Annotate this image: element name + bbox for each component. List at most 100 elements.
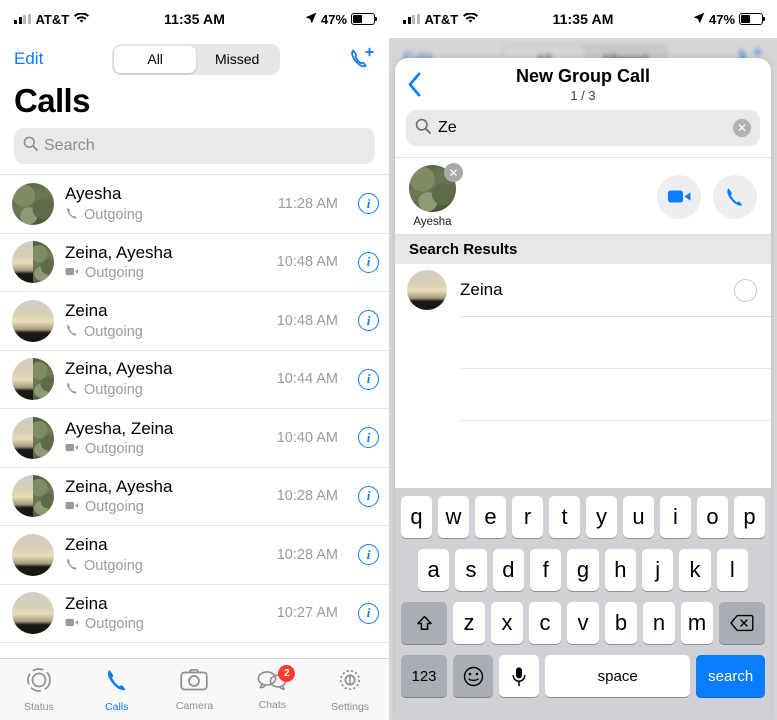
empty-result-rows	[395, 317, 771, 421]
shift-up-icon[interactable]	[401, 602, 447, 644]
key-n[interactable]: n	[643, 602, 675, 644]
on-screen-keyboard: qwertyuiop asdfghjkl zxcvbnm 123 space s…	[395, 488, 771, 720]
key-q[interactable]: q	[401, 496, 432, 538]
call-info-button[interactable]: i	[358, 193, 379, 215]
backspace-icon[interactable]	[719, 602, 765, 644]
key-d[interactable]: d	[492, 549, 524, 591]
tab-chats[interactable]: 2 Chats	[233, 664, 311, 711]
key-e[interactable]: e	[475, 496, 506, 538]
call-list-item[interactable]: Ayesha Outgoing 11:28 AM i	[0, 175, 389, 234]
call-list-item[interactable]: Zeina Outgoing 10:27 AM i	[0, 585, 389, 643]
tab-label: Chats	[258, 698, 286, 711]
key-y[interactable]: y	[586, 496, 617, 538]
call-direction: Outgoing	[65, 265, 266, 281]
status-bar: AT&T 11:35 AM 47%	[0, 0, 389, 38]
tab-status[interactable]: Status	[0, 667, 78, 713]
empty-row	[460, 369, 771, 421]
call-list-item[interactable]: Zeina, Ayesha Outgoing 10:44 AM i	[0, 351, 389, 409]
key-l[interactable]: l	[716, 549, 748, 591]
call-direction-label: Outgoing	[85, 499, 144, 516]
call-direction-label: Outgoing	[84, 206, 143, 223]
close-icon[interactable]: ✕	[444, 163, 463, 182]
key-v[interactable]: v	[567, 602, 599, 644]
battery-icon	[739, 13, 766, 25]
video-camera-icon[interactable]	[657, 174, 701, 219]
key-x[interactable]: x	[491, 602, 523, 644]
search-placeholder: Search	[44, 137, 95, 154]
signal-bars-icon	[14, 14, 31, 24]
phone-icon[interactable]	[713, 174, 757, 219]
selected-participants-row: ✕ Ayesha	[395, 157, 771, 235]
search-key[interactable]: search	[696, 655, 765, 697]
tab-missed[interactable]: Missed	[196, 46, 278, 73]
key-m[interactable]: m	[681, 602, 713, 644]
contact-name: Zeina	[460, 280, 503, 299]
clear-circle-icon[interactable]: ✕	[733, 119, 751, 137]
key-s[interactable]: s	[455, 549, 487, 591]
sheet-title-block: New Group Call 1 / 3	[395, 66, 771, 103]
video-camera-icon	[65, 265, 80, 281]
list-item[interactable]: Zeina	[395, 264, 771, 316]
status-bar-left: AT&T	[14, 12, 164, 27]
contact-search-input[interactable]: Ze ✕	[406, 110, 760, 146]
selected-participant-chip[interactable]: ✕ Ayesha	[409, 163, 463, 228]
call-info-button[interactable]: i	[358, 544, 379, 566]
key-j[interactable]: j	[641, 549, 674, 591]
call-filter-segmented-control[interactable]: All Missed	[112, 43, 281, 75]
tab-calls[interactable]: Calls	[78, 667, 156, 713]
carrier-label: AT&T	[35, 11, 70, 27]
tab-camera[interactable]: Camera	[156, 668, 234, 712]
key-p[interactable]: p	[734, 496, 765, 538]
call-time: 10:28 AM	[276, 488, 338, 505]
key-b[interactable]: b	[605, 602, 637, 644]
key-i[interactable]: i	[660, 496, 691, 538]
call-info: Zeina Outgoing	[65, 301, 266, 341]
tab-settings[interactable]: Settings	[311, 667, 389, 713]
call-info-button[interactable]: i	[358, 368, 379, 390]
call-info-button[interactable]: i	[358, 427, 379, 449]
key-c[interactable]: c	[529, 602, 561, 644]
call-info-button[interactable]: i	[358, 310, 379, 332]
avatar	[12, 475, 54, 518]
numbers-key[interactable]: 123	[401, 655, 447, 697]
call-list-item[interactable]: Zeina Outgoing 10:28 AM i	[0, 526, 389, 585]
key-k[interactable]: k	[679, 549, 711, 591]
key-f[interactable]: f	[530, 549, 562, 591]
call-list-item[interactable]: Zeina Outgoing 10:48 AM i	[0, 292, 389, 351]
sheet-header: New Group Call 1 / 3	[395, 58, 771, 110]
key-t[interactable]: t	[549, 496, 580, 538]
phone-plus-icon[interactable]	[349, 47, 375, 71]
key-a[interactable]: a	[418, 549, 450, 591]
key-h[interactable]: h	[604, 549, 636, 591]
call-info-button[interactable]: i	[358, 602, 379, 624]
call-info: Zeina Outgoing	[65, 594, 266, 632]
edit-button[interactable]: Edit	[14, 49, 43, 69]
call-direction: Outgoing	[65, 441, 266, 457]
microphone-icon[interactable]	[499, 655, 539, 697]
space-key[interactable]: space	[545, 655, 691, 697]
call-list-item[interactable]: Zeina, Ayesha Outgoing 10:48 AM i	[0, 234, 389, 292]
key-g[interactable]: g	[567, 549, 599, 591]
call-direction-label: Outgoing	[85, 265, 144, 282]
call-time: 10:48 AM	[276, 254, 338, 271]
tab-label: Camera	[175, 699, 214, 712]
call-info-button[interactable]: i	[358, 485, 379, 507]
wifi-icon	[74, 11, 90, 27]
key-r[interactable]: r	[512, 496, 543, 538]
select-contact-checkbox[interactable]	[734, 278, 757, 302]
tab-all[interactable]: All	[114, 45, 197, 73]
smiley-icon[interactable]	[453, 655, 493, 697]
search-input[interactable]: Search	[14, 128, 375, 164]
key-o[interactable]: o	[697, 496, 728, 538]
wifi-icon	[463, 11, 479, 27]
key-z[interactable]: z	[453, 602, 485, 644]
key-w[interactable]: w	[438, 496, 469, 538]
call-contact-name: Zeina	[65, 300, 108, 320]
call-list-item[interactable]: Zeina, Ayesha Outgoing 10:28 AM i	[0, 468, 389, 526]
tab-label: Calls	[105, 700, 129, 713]
chevron-left-icon[interactable]	[407, 72, 422, 97]
call-list-item[interactable]: Ayesha, Zeina Outgoing 10:40 AM i	[0, 409, 389, 468]
call-info-button[interactable]: i	[358, 251, 379, 273]
sheet-title: New Group Call	[515, 65, 650, 86]
key-u[interactable]: u	[623, 496, 654, 538]
